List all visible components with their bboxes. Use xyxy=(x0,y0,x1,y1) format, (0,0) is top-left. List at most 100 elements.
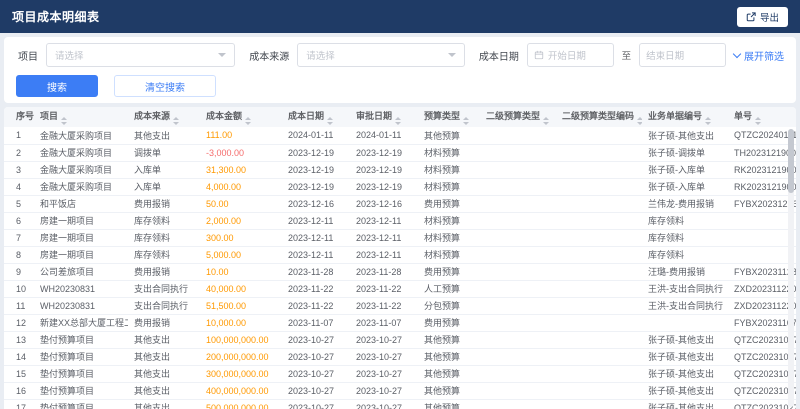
cell-budget-type: 其他预算 xyxy=(418,382,480,400)
column-header-sub-budget-type-code[interactable]: 二级预算类型编码 xyxy=(556,107,642,127)
cell-cost-amount: 31,300.00 xyxy=(200,161,282,179)
cell-doc-no xyxy=(728,229,796,247)
expand-filters-link[interactable]: 展开筛选 xyxy=(732,48,784,63)
chevron-down-icon xyxy=(732,49,742,58)
cell-cost-source: 支出合同执行 xyxy=(128,280,200,298)
cell-business-doc-no: 张子硕-其他支出 xyxy=(642,399,728,409)
table-row[interactable]: 16 垫付预算项目 其他支出 400,000,000.00 2023-10-27 2023… xyxy=(4,382,796,400)
column-header-cost-amount[interactable]: 成本金额 xyxy=(200,107,282,127)
cell-doc-no: RK20231219002 xyxy=(728,178,796,196)
sort-icon[interactable] xyxy=(327,117,334,125)
column-header-label: 预算类型 xyxy=(424,111,461,121)
table-row[interactable]: 8 房建一期项目 库存领料 5,000.00 2023-12-11 2023-12-11 材… xyxy=(4,246,796,264)
cell-doc-no: FYBX20231107001 xyxy=(728,314,796,332)
column-header-budget-type[interactable]: 预算类型 xyxy=(418,107,480,127)
table-row[interactable]: 11 WH20230831 支出合同执行 51,500.00 2023-11-22 202… xyxy=(4,297,796,315)
table-row[interactable]: 3 金融大厦采购项目 入库单 31,300.00 2023-12-19 2023-12-1… xyxy=(4,161,796,179)
table-row[interactable]: 14 垫付预算项目 其他支出 200,000,000.00 2023-10-27 2023… xyxy=(4,348,796,366)
cell-index: 13 xyxy=(4,331,34,349)
cell-approval-date: 2023-10-27 xyxy=(350,365,418,383)
cell-cost-source: 调拨单 xyxy=(128,144,200,162)
column-header-cost-date[interactable]: 成本日期 xyxy=(282,107,350,127)
cell-index: 3 xyxy=(4,161,34,179)
cell-project: 金融大厦采购项目 xyxy=(34,127,128,145)
cell-cost-date: 2023-10-27 xyxy=(282,331,350,349)
sort-icon[interactable] xyxy=(173,117,180,125)
table-row[interactable]: 9 公司差旅项目 费用报销 10.00 2023-11-28 2023-11-28 费用预算… xyxy=(4,263,796,281)
cell-doc-no: TH20231219001 xyxy=(728,144,796,162)
table-row[interactable]: 12新建XX总部大厦工程二期费用报销10,000.002023-11-07202… xyxy=(4,314,796,332)
cell-project: 公司差旅项目 xyxy=(34,263,128,281)
vertical-scrollbar[interactable] xyxy=(788,129,794,407)
cell-project: 垫付预算项目 xyxy=(34,365,128,383)
search-button[interactable]: 搜索 xyxy=(16,75,98,97)
sort-icon[interactable] xyxy=(637,117,642,125)
sort-icon[interactable] xyxy=(245,117,252,125)
cell-doc-no: QTZC20231027002 xyxy=(728,331,796,349)
table-row[interactable]: 6 房建一期项目 库存领料 2,000.00 2023-12-11 2023-12-11 材… xyxy=(4,212,796,230)
cell-sub-budget-type-code xyxy=(556,161,642,179)
column-header-label: 序号 xyxy=(16,111,34,121)
column-header-approval-date[interactable]: 审批日期 xyxy=(350,107,418,127)
cell-project: 垫付预算项目 xyxy=(34,382,128,400)
cell-budget-type: 材料预算 xyxy=(418,212,480,230)
column-header-doc-no[interactable]: 单号 xyxy=(728,107,796,127)
table-row[interactable]: 4 金融大厦采购项目 入库单 4,000.00 2023-12-19 2023-12-19… xyxy=(4,178,796,196)
cell-sub-budget-type-code xyxy=(556,195,642,213)
cell-budget-type: 费用预算 xyxy=(418,263,480,281)
cell-cost-amount: 200,000,000.00 xyxy=(200,348,282,366)
cell-cost-source: 入库单 xyxy=(128,178,200,196)
sort-icon[interactable] xyxy=(395,117,402,125)
sort-icon[interactable] xyxy=(543,117,550,125)
cell-cost-amount: 300,000,000.00 xyxy=(200,365,282,383)
export-icon xyxy=(746,11,756,22)
cell-sub-budget-type xyxy=(480,246,556,264)
cell-cost-date: 2023-11-28 xyxy=(282,263,350,281)
table-row[interactable]: 5 和平饭店 费用报销 50.00 2023-12-16 2023-12-16 费用预算 兰伟… xyxy=(4,195,796,213)
cell-cost-source: 其他支出 xyxy=(128,331,200,349)
sort-icon[interactable] xyxy=(463,117,470,125)
page-title: 项目成本明细表 xyxy=(12,10,100,24)
cell-business-doc-no: 张子硕-其他支出 xyxy=(642,382,728,400)
table-row[interactable]: 10 WH20230831 支出合同执行 40,000.00 2023-11-22 202… xyxy=(4,280,796,298)
cost-source-select[interactable]: 请选择 xyxy=(297,43,465,67)
table-row[interactable]: 13 垫付预算项目 其他支出 100,000,000.00 2023-10-27 2023… xyxy=(4,331,796,349)
column-header-cost-source[interactable]: 成本来源 xyxy=(128,107,200,127)
table-row[interactable]: 17 垫付预算项目 其他支出 500,000,000.00 2023-10-27 2023… xyxy=(4,399,796,409)
cell-cost-amount: 400,000,000.00 xyxy=(200,382,282,400)
cell-cost-source: 库存领料 xyxy=(128,212,200,230)
cell-cost-date: 2023-10-27 xyxy=(282,382,350,400)
export-button[interactable]: 导出 xyxy=(736,6,788,27)
end-date-placeholder: 结束日期 xyxy=(646,51,685,62)
sort-icon[interactable] xyxy=(61,117,68,125)
start-date-input[interactable]: 开始日期 xyxy=(526,43,614,67)
scrollbar-thumb[interactable] xyxy=(788,129,794,193)
cell-cost-amount: 40,000.00 xyxy=(200,280,282,298)
cell-index: 2 xyxy=(4,144,34,162)
sort-icon[interactable] xyxy=(705,117,712,125)
cell-sub-budget-type xyxy=(480,127,556,145)
table-row[interactable]: 2 金融大厦采购项目 调拨单 -3,000.00 2023-12-19 2023-12-1… xyxy=(4,144,796,162)
clear-search-button[interactable]: 清空搜索 xyxy=(114,75,216,97)
project-select[interactable]: 请选择 xyxy=(46,43,236,67)
table-row[interactable]: 15 垫付预算项目 其他支出 300,000,000.00 2023-10-27 2023… xyxy=(4,365,796,383)
end-date-input[interactable]: 结束日期 xyxy=(639,43,726,67)
cell-sub-budget-type-code xyxy=(556,263,642,281)
cell-project: 房建一期项目 xyxy=(34,246,128,264)
column-header-business-doc-no[interactable]: 业务单据编号 xyxy=(642,107,728,127)
sort-icon[interactable] xyxy=(755,117,762,125)
column-header-sub-budget-type[interactable]: 二级预算类型 xyxy=(480,107,556,127)
cell-project: 金融大厦采购项目 xyxy=(34,178,128,196)
column-header-index[interactable]: 序号 xyxy=(4,107,34,127)
cell-doc-no: QTZC20231027002 xyxy=(728,348,796,366)
table-row[interactable]: 7 房建一期项目 库存领料 300.00 2023-12-11 2023-12-11 材料预… xyxy=(4,229,796,247)
cell-cost-date: 2023-10-27 xyxy=(282,399,350,409)
cell-index: 17 xyxy=(4,399,34,409)
cell-cost-amount: 100,000,000.00 xyxy=(200,331,282,349)
table-row[interactable]: 1 金融大厦采购项目 其他支出 111.00 2024-01-11 2024-01-11 其… xyxy=(4,127,796,145)
cell-project: WH20230831 xyxy=(34,280,128,298)
column-header-project[interactable]: 项目 xyxy=(34,107,128,127)
cell-cost-date: 2023-12-11 xyxy=(282,212,350,230)
cell-index: 15 xyxy=(4,365,34,383)
cell-project: 房建一期项目 xyxy=(34,229,128,247)
